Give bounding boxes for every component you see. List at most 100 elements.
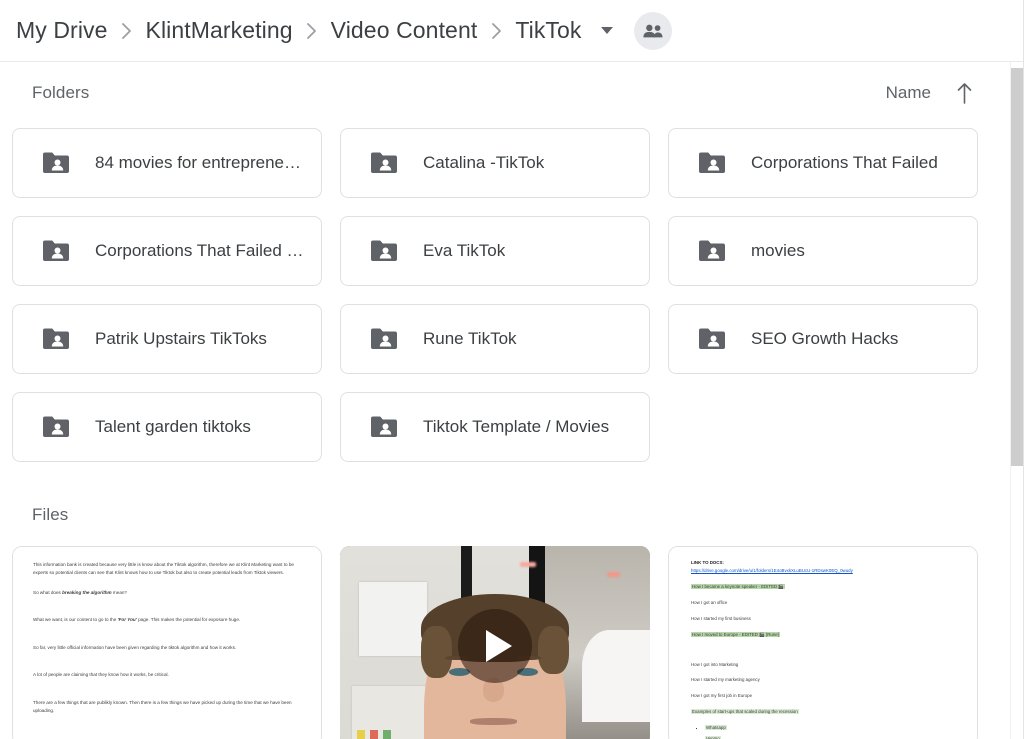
folder-card[interactable]: Corporations That Failed …	[12, 216, 322, 286]
doc-row-text: How I became a keynote speaker - EDITED …	[691, 583, 785, 589]
doc-foryou-paragraph: What we want, is our content to go to th…	[33, 616, 301, 624]
folder-name: SEO Growth Hacks	[751, 329, 899, 348]
files-section-title: Files	[32, 505, 69, 524]
doc-list-row: How I started my marketing agency	[691, 676, 955, 684]
doc-bullet-list: Whatsapp Venmo Groupon Slack	[705, 724, 955, 739]
doc-row-text: How I moved to Europe - EDITED 🎬 (Rune)	[691, 631, 781, 637]
breadcrumb-item-klintmarketing[interactable]: KlintMarketing	[146, 17, 293, 44]
file-card-video[interactable]	[340, 546, 650, 739]
document-thumbnail: LINK TO DOCS: https://drive.google.com/d…	[669, 547, 977, 739]
video-thumbnail	[340, 546, 650, 739]
people-shared-icon[interactable]	[633, 11, 672, 50]
video-ceiling-light	[519, 562, 536, 567]
video-person-hair-side	[420, 626, 452, 678]
folder-card[interactable]: 84 movies for entreprene…	[12, 128, 322, 198]
folder-card[interactable]: Talent garden tiktoks	[12, 392, 322, 462]
shared-folder-icon	[41, 415, 71, 439]
doc-list-row: How I got into Marketing	[691, 661, 955, 669]
doc-q-prefix: So what does	[33, 589, 63, 595]
doc-list-row: How I started my first business	[691, 615, 955, 623]
arrow-up-icon[interactable]	[957, 82, 972, 104]
folder-name: Tiktok Template / Movies	[423, 417, 610, 436]
shared-folder-icon	[369, 415, 399, 439]
breadcrumb-item-my-drive[interactable]: My Drive	[16, 17, 108, 44]
doc-intro-paragraph: This information bank is created because…	[33, 562, 294, 576]
shared-folder-icon	[697, 151, 727, 175]
folder-card[interactable]: SEO Growth Hacks	[668, 304, 978, 374]
doc-q-bold: breaking the algorithm	[62, 589, 112, 595]
vertical-scrollbar-track[interactable]	[1010, 62, 1024, 739]
video-ceiling-light	[606, 572, 620, 577]
folder-card[interactable]: Rune TikTok	[340, 304, 650, 374]
doc-bullet-text: Whatsapp	[705, 725, 727, 731]
video-note-chip	[357, 730, 366, 739]
doc-list-row: How I moved to Europe - EDITED 🎬 (Rune)	[691, 631, 955, 639]
folder-name: Catalina -TikTok	[423, 153, 545, 172]
doc-paragraph-5: There are a few things that are publikly…	[33, 699, 292, 714]
folder-card[interactable]: Corporations That Failed	[668, 128, 978, 198]
doc-row-text: How I got my first job in Europe	[691, 693, 753, 699]
shared-folder-icon	[41, 239, 71, 263]
files-section-header: Files	[0, 484, 1010, 546]
doc-link-title: LINK TO DOCS:	[691, 560, 724, 565]
shared-folder-icon	[697, 327, 727, 351]
folder-name: movies	[751, 241, 805, 260]
breadcrumb-item-tiktok[interactable]: TikTok	[515, 17, 581, 44]
shared-folder-icon	[369, 151, 399, 175]
folder-name: 84 movies for entreprene…	[95, 153, 301, 172]
folder-card[interactable]: movies	[668, 216, 978, 286]
doc-bullet-item: Whatsapp	[705, 724, 955, 732]
video-note-chip	[383, 730, 392, 739]
doc-list-row: How I got my first job in Europe	[691, 692, 955, 700]
chevron-right-icon	[108, 21, 146, 41]
play-triangle	[485, 630, 512, 662]
vertical-scrollbar-thumb[interactable]	[1011, 68, 1023, 466]
shared-folder-icon	[369, 327, 399, 351]
sort-control[interactable]: Name	[886, 82, 978, 104]
folder-name: Patrik Upstairs TikToks	[95, 329, 267, 348]
file-card-document[interactable]: LINK TO DOCS: https://drive.google.com/d…	[668, 546, 978, 739]
shared-folder-icon	[41, 327, 71, 351]
video-wall-poster	[358, 582, 427, 656]
folder-name: Eva TikTok	[423, 241, 506, 260]
drive-content-area: Folders Name 84 movies for entreprene… C…	[0, 62, 1010, 739]
breadcrumb-header: My Drive KlintMarketing Video Content Ti…	[0, 0, 1024, 62]
breadcrumb-item-video-content[interactable]: Video Content	[331, 17, 478, 44]
doc-list-title-text: Examples of start-ups that scaled during…	[691, 709, 799, 715]
doc-bullet-item: Venmo	[705, 735, 955, 739]
shared-folder-icon	[697, 239, 727, 263]
sort-label: Name	[885, 83, 931, 102]
folder-name: Rune TikTok	[423, 329, 517, 348]
doc-row-text: How I started my marketing agency	[691, 677, 760, 683]
doc-question-paragraph: So what does breaking the algorithm mean…	[33, 589, 301, 597]
file-card-document[interactable]: This information bank is created because…	[12, 546, 322, 739]
video-wall-notes	[352, 686, 433, 739]
video-person-hair-side	[538, 626, 570, 674]
video-note-chip	[370, 730, 379, 739]
video-window-glare	[581, 630, 650, 722]
file-grid: This information bank is created because…	[0, 546, 1010, 739]
chevron-right-icon	[477, 21, 515, 41]
shared-folder-icon	[369, 239, 399, 263]
doc-p2-bold: 'For You'	[117, 617, 137, 623]
folder-name: Corporations That Failed …	[95, 241, 304, 260]
doc-p2-suffix: page. This makes the potential for expos…	[136, 617, 241, 623]
doc-paragraph-3: So far, very little official information…	[33, 644, 237, 650]
folder-name: Corporations That Failed	[751, 153, 938, 172]
folder-card[interactable]: Tiktok Template / Movies	[340, 392, 650, 462]
doc-row-text: How I got into Marketing	[691, 661, 739, 667]
doc-row-text: How I got an office	[691, 599, 728, 605]
doc-q-suffix: mean?	[111, 589, 127, 595]
folders-section-title: Folders	[32, 83, 90, 102]
doc-p2-prefix: What we want, is our content to go to th…	[33, 617, 118, 623]
doc-list-row: How I became a keynote speaker - EDITED …	[691, 583, 955, 591]
folders-section-header: Folders Name	[0, 62, 1010, 124]
play-button-icon[interactable]	[458, 609, 532, 683]
folder-card[interactable]: Catalina -TikTok	[340, 128, 650, 198]
folder-card[interactable]: Eva TikTok	[340, 216, 650, 286]
doc-paragraph-4: A lot of people are claiming that they k…	[33, 672, 169, 678]
doc-link-url[interactable]: https://drive.google.com/drive/u/1/folde…	[691, 567, 955, 575]
chevron-down-icon[interactable]	[596, 20, 618, 42]
folder-card[interactable]: Patrik Upstairs TikToks	[12, 304, 322, 374]
doc-row-text: How I started my first business	[691, 615, 751, 621]
